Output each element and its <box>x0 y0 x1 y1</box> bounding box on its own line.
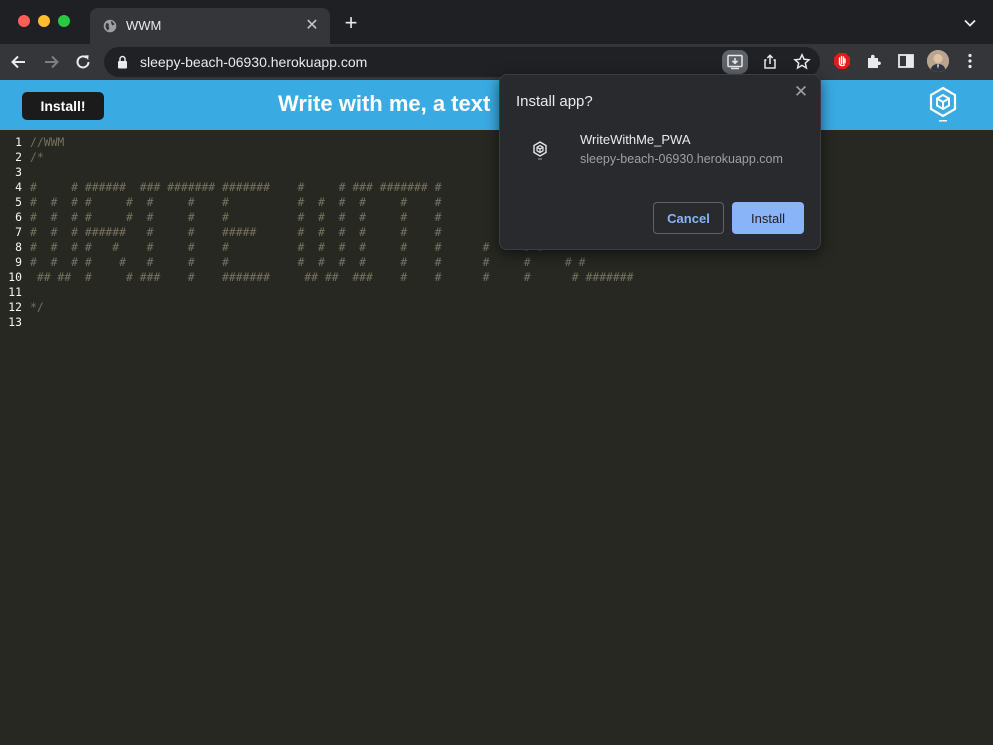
line-number: 5 <box>15 195 22 209</box>
line-number: 12 <box>8 300 22 314</box>
url-text: sleepy-beach-06930.herokuapp.com <box>140 54 368 70</box>
line-number: 8 <box>15 240 22 254</box>
extensions-puzzle-icon[interactable] <box>864 51 884 71</box>
more-menu-icon[interactable] <box>960 51 980 71</box>
line-number: 11 <box>8 285 22 299</box>
line-number: 13 <box>8 315 22 329</box>
forward-arrow-icon[interactable] <box>41 52 61 72</box>
page-header: Install! Write with me, a text <box>0 80 993 130</box>
dialog-close-icon[interactable]: ✕ <box>792 83 810 101</box>
line-code: # # # # # # # # # # # # # # # # # <box>30 240 545 254</box>
line-number: 3 <box>15 165 22 179</box>
line-number: 10 <box>8 270 22 284</box>
new-tab-button[interactable]: + <box>341 12 361 34</box>
tab-close-icon[interactable]: ✕ <box>302 16 322 36</box>
maximize-window-button[interactable] <box>58 15 70 27</box>
editor-line: 11 <box>0 285 30 300</box>
install-app-icon <box>727 54 743 70</box>
code-editor[interactable]: 1 //WWM 2 /* 3 4 # # ###### ### ####### ###… <box>0 130 993 745</box>
share-icon[interactable] <box>760 52 780 72</box>
line-code: ## ## # # ### # ####### ## ## ### # # # … <box>30 270 634 284</box>
line-number: 6 <box>15 210 22 224</box>
line-number: 1 <box>15 135 22 149</box>
line-code: # # # # # # # # # # # # # # <box>30 195 442 209</box>
tab-search-chevron-icon[interactable] <box>963 16 977 30</box>
install-app-dialog: Install app? ✕ WriteWithMe_PWA sleepy-be… <box>499 74 821 250</box>
address-bar[interactable]: sleepy-beach-06930.herokuapp.com <box>104 47 820 77</box>
line-code: # # # # # # # # # # # # # # <box>30 210 442 224</box>
editor-line: 2 /* <box>0 150 44 165</box>
bookmark-star-icon[interactable] <box>792 52 812 72</box>
install-button[interactable]: Install <box>732 202 804 234</box>
close-window-button[interactable] <box>18 15 30 27</box>
editor-line: 3 <box>0 165 30 180</box>
app-origin: sleepy-beach-06930.herokuapp.com <box>580 152 783 166</box>
browser-toolbar: sleepy-beach-06930.herokuapp.com <box>0 44 993 80</box>
globe-icon <box>103 19 117 33</box>
editor-line: 5 # # # # # # # # # # # # # # <box>0 195 441 210</box>
app-logo-icon <box>929 86 957 122</box>
line-code: # # ###### ### ####### ####### # # ### #… <box>30 180 442 194</box>
editor-line: 10 ## ## # # ### # ####### ## ## ### # #… <box>0 270 633 285</box>
minimize-window-button[interactable] <box>38 15 50 27</box>
editor-line: 7 # # # ###### # # ##### # # # # # # <box>0 225 441 240</box>
editor-line: 9 # # # # # # # # # # # # # # # # # # <box>0 255 585 270</box>
app-name: WriteWithMe_PWA <box>580 132 691 147</box>
page-install-button[interactable]: Install! <box>22 92 104 120</box>
back-arrow-icon[interactable] <box>9 52 29 72</box>
cancel-button[interactable]: Cancel <box>653 202 724 234</box>
lock-icon[interactable] <box>117 55 128 69</box>
line-code: */ <box>30 300 44 314</box>
editor-line: 6 # # # # # # # # # # # # # # <box>0 210 441 225</box>
dialog-title: Install app? <box>516 93 593 110</box>
page-title: Write with me, a text <box>278 91 491 116</box>
adblock-extension-icon[interactable] <box>832 51 852 71</box>
line-number: 2 <box>15 150 22 164</box>
profile-avatar[interactable] <box>927 50 949 72</box>
line-number: 9 <box>15 255 22 269</box>
line-number: 4 <box>15 180 22 194</box>
line-number: 7 <box>15 225 22 239</box>
line-code: //WWM <box>30 135 65 149</box>
tab-strip: WWM ✕ + <box>0 0 993 44</box>
line-code: /* <box>30 150 44 164</box>
side-panel-icon[interactable] <box>896 51 916 71</box>
editor-line: 4 # # ###### ### ####### ####### # # ### … <box>0 180 441 195</box>
editor-line: 13 <box>0 315 30 330</box>
line-code: # # # # # # # # # # # # # # # # # # <box>30 255 586 269</box>
editor-line: 12 */ <box>0 300 44 315</box>
app-icon <box>533 141 547 160</box>
editor-line: 1 //WWM <box>0 135 64 150</box>
line-code: # # # ###### # # ##### # # # # # # <box>30 225 442 239</box>
profile-photo-icon <box>927 50 949 72</box>
tab-title: WWM <box>126 18 162 33</box>
reload-icon[interactable] <box>73 52 93 72</box>
editor-line: 8 # # # # # # # # # # # # # # # # # <box>0 240 544 255</box>
browser-tab[interactable]: WWM ✕ <box>90 8 330 44</box>
install-app-omnibox-button[interactable] <box>722 50 748 74</box>
